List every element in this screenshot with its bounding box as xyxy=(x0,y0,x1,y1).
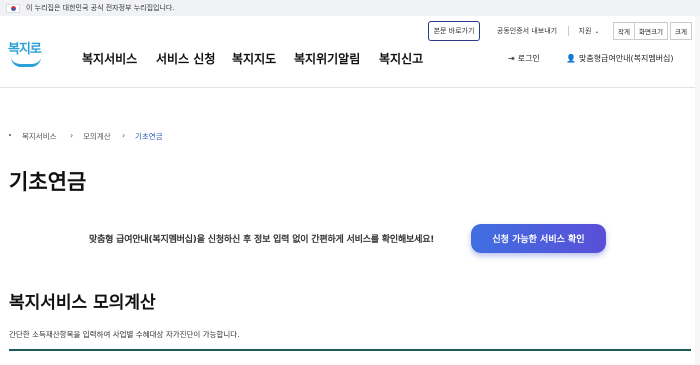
font-normal-button[interactable]: 화면크기 xyxy=(634,22,668,40)
header-divider xyxy=(0,87,700,88)
chevron-down-icon: ⌄ xyxy=(594,27,600,35)
promo-text: 맞춤형 급여안내(복지멤버십)을 신청하신 후 정보 입력 없이 간편하게 서비… xyxy=(89,235,435,245)
korea-flag-icon xyxy=(6,3,20,13)
nav-item-welfare-map[interactable]: 복지지도 xyxy=(232,50,276,67)
section-description: 간단한 소득재산항목을 입력하여 사업별 수혜대상 자가진단이 가능합니다. xyxy=(9,330,240,339)
check-services-button[interactable]: 신청 가능한 서비스 확인 xyxy=(471,224,606,253)
font-large-button[interactable]: 크게 xyxy=(670,22,692,40)
nav-item-welfare-report[interactable]: 복지신고 xyxy=(379,50,423,67)
nav-item-welfare-services[interactable]: 복지서비스 xyxy=(82,50,137,67)
membership-label: 맞춤형급여안내(복지멤버십) xyxy=(578,54,674,63)
vertical-scrollbar[interactable] xyxy=(695,16,700,365)
logo-smile-mark xyxy=(11,57,41,67)
login-link[interactable]: ⇥ 로그인 xyxy=(508,53,540,64)
breadcrumb-item[interactable]: 복지서비스 xyxy=(22,131,57,142)
font-small-button[interactable]: 작게 xyxy=(613,22,635,40)
nav-item-service-apply[interactable]: 서비스 신청 xyxy=(156,50,215,67)
cert-export-link[interactable]: 공동인증서 내보내기 xyxy=(492,21,562,41)
login-label: 로그인 xyxy=(517,54,540,63)
support-dropdown[interactable]: 지원 ⌄ xyxy=(575,21,603,41)
section-title: 복지서비스 모의계산 xyxy=(9,293,156,313)
chevron-right-icon: › xyxy=(70,131,74,140)
chevron-right-icon: › xyxy=(122,131,126,140)
page-title: 기초연금 xyxy=(9,170,87,194)
gov-banner-text: 이 누리집은 대한민국 공식 전자정부 누리집입니다. xyxy=(26,4,175,12)
breadcrumb-item[interactable]: 모의계산 xyxy=(83,131,111,142)
utility-divider xyxy=(568,26,569,36)
breadcrumb-current: 기초연금 xyxy=(135,132,163,141)
login-icon: ⇥ xyxy=(508,54,515,63)
support-label: 지원 xyxy=(578,27,592,35)
user-icon: 👤 xyxy=(566,54,576,63)
breadcrumb-home-dot xyxy=(9,134,11,136)
logo-text: 복지로 xyxy=(8,42,42,57)
membership-link[interactable]: 👤 맞춤형급여안내(복지멤버십) xyxy=(566,53,674,64)
section-divider xyxy=(9,349,691,351)
nav-item-crisis-alert[interactable]: 복지위기알림 xyxy=(294,50,360,67)
site-logo[interactable]: 복지로 xyxy=(8,38,44,72)
skip-to-content-button[interactable]: 본문 바로가기 xyxy=(428,21,480,41)
gov-banner: 이 누리집은 대한민국 공식 전자정부 누리집입니다. xyxy=(0,0,700,16)
